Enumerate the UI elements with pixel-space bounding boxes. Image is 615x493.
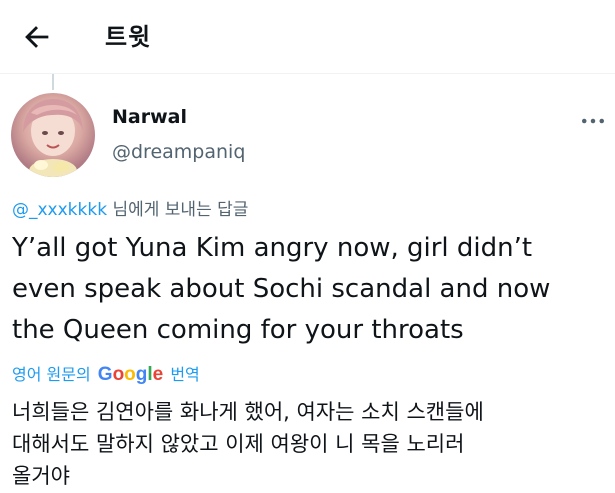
replying-to: @_xxxkkkk 님에게 보내는 답글: [12, 195, 248, 220]
profile-photo-icon: [23, 99, 83, 177]
more-dots-icon[interactable]: [578, 106, 608, 136]
google-logo: Google: [97, 364, 164, 385]
translated-text: 너희들은 김연아를 화나게 했어, 여자는 소치 스캔들에 대해서도 말하지 않…: [12, 396, 612, 492]
translate-prefix: 영어 원문의: [12, 365, 96, 384]
tweet-text-line: the Queen coming for your throats: [12, 315, 464, 345]
tweet-text-line: even speak about Sochi scandal and now: [12, 274, 551, 304]
author-handle[interactable]: @dreampaniq: [112, 141, 245, 163]
arrow-left-icon[interactable]: [20, 20, 54, 54]
tweet-text-line: Y’all got Yuna Kim angry now, girl didn’…: [12, 233, 533, 263]
author-name[interactable]: Narwal: [112, 106, 187, 128]
avatar[interactable]: [11, 93, 95, 177]
top-bar: 트윗: [0, 0, 615, 74]
translated-line: 올거야: [12, 464, 70, 488]
thread-connector-line: [52, 74, 54, 90]
translated-line: 너희들은 김연아를 화나게 했어, 여자는 소치 스캔들에: [12, 400, 484, 424]
reply-mention-link[interactable]: @_xxxkkkk: [12, 200, 107, 220]
translated-line: 대해서도 말하지 않았고 이제 여왕이 니 목을 노리러: [12, 432, 465, 456]
translation-attribution[interactable]: 영어 원문의 Google 번역: [12, 361, 200, 386]
tweet-text: Y’all got Yuna Kim angry now, girl didn’…: [12, 228, 612, 351]
translate-suffix: 번역: [165, 365, 200, 384]
page-title: 트윗: [105, 23, 152, 51]
reply-suffix: 님에게 보내는 답글: [107, 200, 249, 220]
